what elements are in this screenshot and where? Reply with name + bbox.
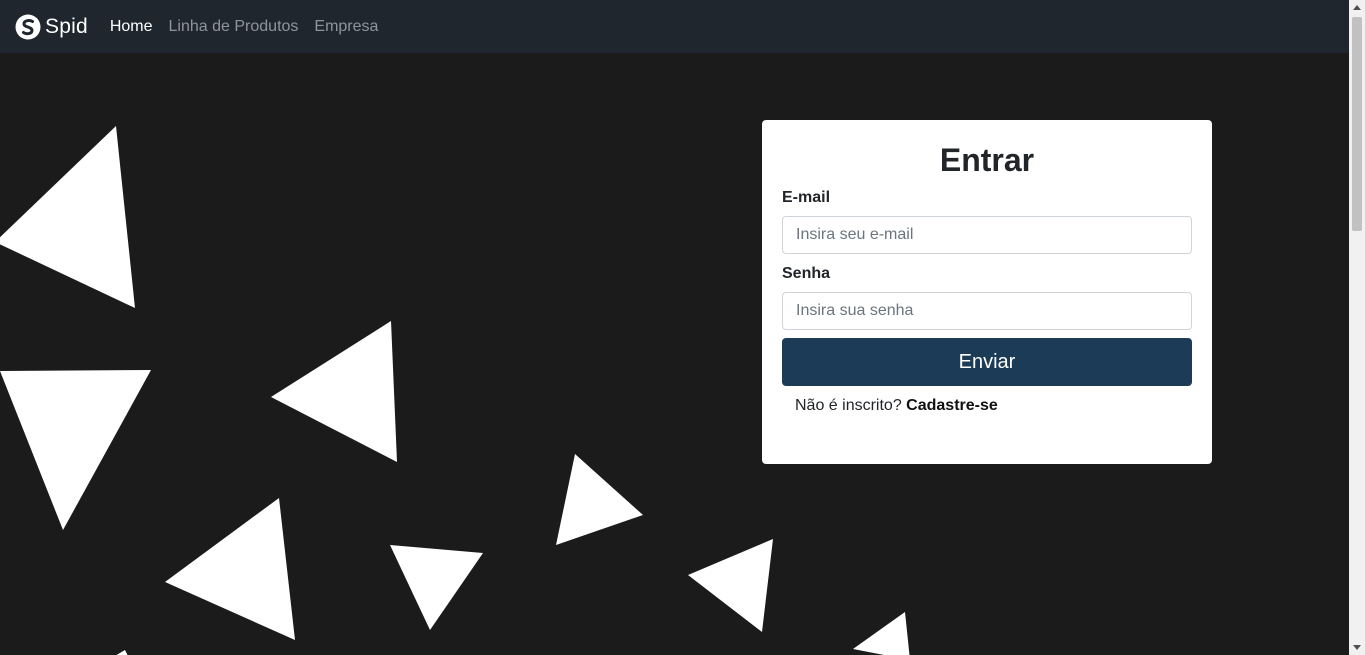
login-card: Entrar E-mail Senha Enviar Não é inscrit… [762, 120, 1212, 464]
brand-name: Spid [45, 14, 88, 38]
signup-line: Não é inscrito? Cadastre-se [795, 397, 1192, 415]
decorative-triangle [853, 612, 910, 655]
email-label: E-mail [782, 189, 831, 206]
decorative-triangle [688, 539, 773, 632]
decorative-triangle [0, 126, 135, 308]
spid-logo-icon [15, 14, 41, 39]
decorative-triangle [271, 321, 397, 462]
scrollbar-thumb[interactable] [1352, 17, 1362, 231]
submit-button[interactable]: Enviar [782, 338, 1192, 386]
decorative-triangle [116, 650, 128, 655]
decorative-triangle [165, 498, 295, 640]
nav-link-empresa[interactable]: Empresa [314, 18, 378, 36]
page-scrollbar[interactable] [1349, 0, 1365, 655]
password-label: Senha [782, 265, 831, 282]
scroll-down-arrow-icon[interactable] [1349, 639, 1365, 655]
signup-link[interactable]: Cadastre-se [906, 397, 998, 414]
nav-link-home[interactable]: Home [110, 18, 153, 36]
email-input[interactable] [782, 216, 1192, 254]
signup-prompt: Não é inscrito? [795, 397, 902, 414]
nav-link-linha-de-produtos[interactable]: Linha de Produtos [169, 18, 299, 36]
brand-logo-link[interactable]: Spid [15, 14, 88, 40]
password-input[interactable] [782, 292, 1192, 330]
scroll-up-arrow-icon[interactable] [1349, 0, 1365, 16]
decorative-triangle [390, 545, 483, 630]
decorative-triangle [556, 454, 643, 545]
nav-links: Home Linha de Produtos Empresa [110, 18, 395, 36]
decorative-triangle [0, 370, 151, 530]
login-title: Entrar [939, 142, 1035, 178]
top-navbar: Spid Home Linha de Produtos Empresa [0, 0, 1349, 53]
